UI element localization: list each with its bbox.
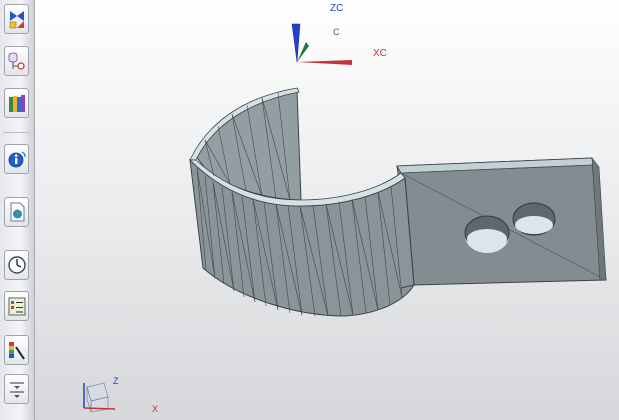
resource-bar [0,0,35,420]
model-view [83,23,607,413]
wcs-triad[interactable] [291,23,352,65]
roles-button[interactable] [4,335,29,365]
wcs-origin-label: C [333,27,340,37]
web-browser-icon [10,202,24,222]
bracket-curved-band[interactable] [189,87,415,317]
history-button[interactable] [4,250,29,280]
mounting-hole-right[interactable] [512,202,556,236]
wcs-z-axis-label: ZC [330,3,344,14]
reuse-library-button[interactable] [4,88,29,118]
mounting-hole-left[interactable] [464,215,510,253]
assembly-navigator-button[interactable] [4,4,29,34]
assembly-navigator-icon [9,11,24,29]
system-materials-icon [9,382,24,398]
help-button[interactable] [4,144,29,174]
info-icon [8,151,26,168]
absolute-x-axis-label: X [152,404,159,414]
reuse-library-icon [8,95,25,112]
constraint-navigator-button[interactable] [4,46,29,76]
system-materials-button[interactable] [4,374,29,404]
resource-bar-separator [3,132,30,133]
graphics-viewport[interactable]: ZC C XC Z X [35,0,619,420]
process-studio-icon [8,297,25,316]
wcs-x-axis-label: XC [373,48,387,59]
wcs-y-axis [297,42,309,62]
web-browser-button[interactable] [4,197,29,227]
wcs-z-axis [291,23,301,63]
process-studio-button[interactable] [4,291,29,321]
wcs-x-axis [297,60,352,65]
roles-icon [8,342,25,360]
constraint-navigator-icon [8,52,25,70]
absolute-z-axis-label: Z [113,376,119,386]
history-clock-icon [7,256,26,274]
absolute-triad [83,382,116,413]
